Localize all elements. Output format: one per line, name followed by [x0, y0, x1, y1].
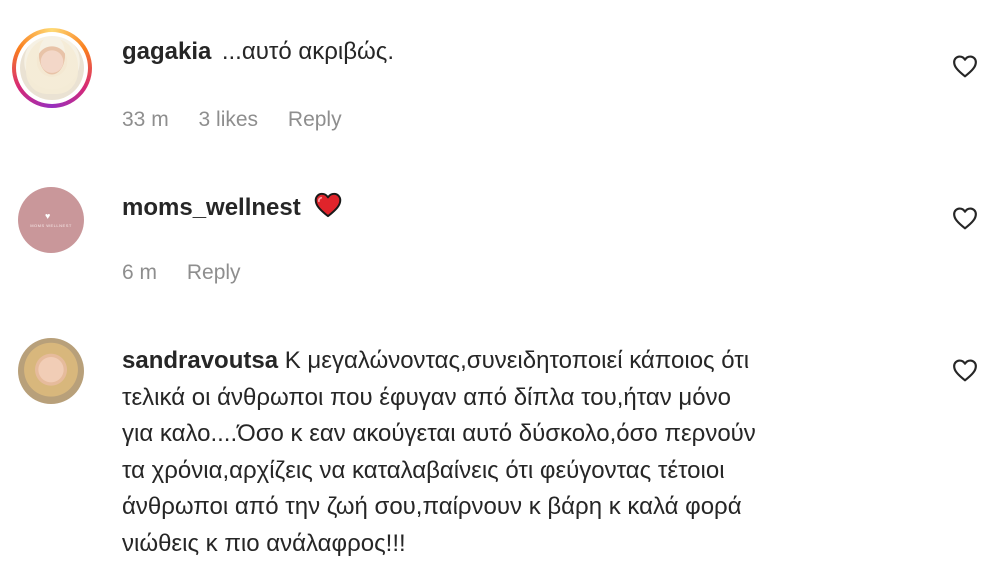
- heart-outline-icon[interactable]: [952, 206, 978, 230]
- comment-text-line: νιώθεις κ πιο ανάλαφρος!!!: [122, 529, 406, 557]
- comment-line: gagakia ...αυτό ακριβώς.: [122, 38, 394, 66]
- comment-meta: 6 m Reply: [122, 261, 265, 285]
- comment-text-line: τελικά οι άνθρωποι που έφυγαν από δίπλα …: [122, 383, 731, 411]
- comment-meta: 33 m 3 likes Reply: [122, 108, 366, 132]
- avatar-gagakia[interactable]: [12, 28, 92, 108]
- brand-logo-text: MOMS WELLNEST: [30, 223, 72, 228]
- avatar-hair: [26, 38, 78, 94]
- reply-button[interactable]: Reply: [187, 261, 241, 284]
- brand-logo-icon: ♥: [45, 211, 51, 221]
- comment-line: moms_wellnest: [122, 191, 343, 222]
- comment-text-line: τα χρόνια,αρχίζεις να καταλαβαίνεις ότι …: [122, 456, 725, 484]
- comment-line: sandravoutsa Κ μεγαλώνοντας,συνειδητοποι…: [122, 343, 922, 380]
- heart-outline-icon[interactable]: [952, 54, 978, 78]
- comment-time[interactable]: 33 m: [122, 108, 169, 131]
- comment-text-line: άνθρωποι από την ζωή σου,παίρνουν κ βάρη…: [122, 493, 742, 520]
- heart-outline-icon[interactable]: [952, 358, 978, 382]
- avatar-sandravoutsa[interactable]: [18, 338, 84, 404]
- comment-username[interactable]: sandravoutsa: [122, 347, 278, 374]
- comment-username[interactable]: moms_wellnest: [122, 194, 301, 221]
- reply-button[interactable]: Reply: [288, 108, 342, 131]
- comment-username[interactable]: gagakia: [122, 38, 211, 65]
- comment-text-line: Κ μεγαλώνοντας,συνειδητοποιεί κάποιος ότ…: [284, 347, 750, 374]
- comment-text: ...αυτό ακριβώς.: [221, 38, 394, 65]
- comment-text-line: για καλο....Όσο κ εαν ακούγεται αυτό δύσ…: [122, 420, 756, 447]
- comment-body: sandravoutsa Κ μεγαλώνοντας,συνειδητοποι…: [122, 343, 922, 562]
- comment-likes[interactable]: 3 likes: [199, 108, 259, 131]
- comment-time[interactable]: 6 m: [122, 261, 157, 284]
- avatar-moms-wellnest[interactable]: ♥ MOMS WELLNEST: [18, 187, 84, 253]
- red-heart-emoji: [314, 192, 342, 218]
